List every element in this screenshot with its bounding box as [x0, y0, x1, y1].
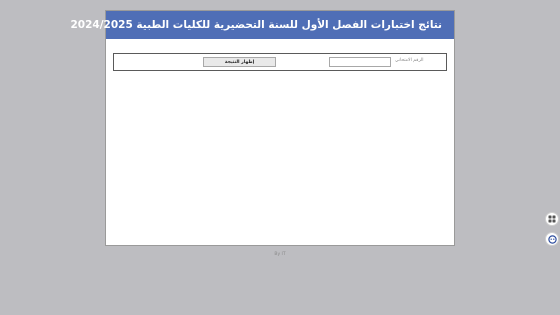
support-button[interactable] — [545, 232, 559, 246]
footer-credit: By IT — [274, 252, 286, 257]
exam-number-label: الرقم الامتحاني — [395, 58, 424, 63]
page-title: نتائج اختبارات الفصل الأول للسنة التحضير… — [70, 19, 442, 31]
translate-icon — [548, 215, 556, 223]
result-query-form: إظهار النتيجة الرقم الامتحاني — [113, 53, 447, 71]
translate-button[interactable] — [545, 212, 559, 226]
show-result-button[interactable]: إظهار النتيجة — [203, 57, 276, 67]
support-icon — [547, 234, 557, 244]
page: نتائج اختبارات الفصل الأول للسنة التحضير… — [0, 0, 560, 315]
results-card: نتائج اختبارات الفصل الأول للسنة التحضير… — [70, 10, 455, 246]
card-header: نتائج اختبارات الفصل الأول للسنة التحضير… — [70, 11, 454, 39]
exam-number-input[interactable] — [329, 57, 391, 67]
